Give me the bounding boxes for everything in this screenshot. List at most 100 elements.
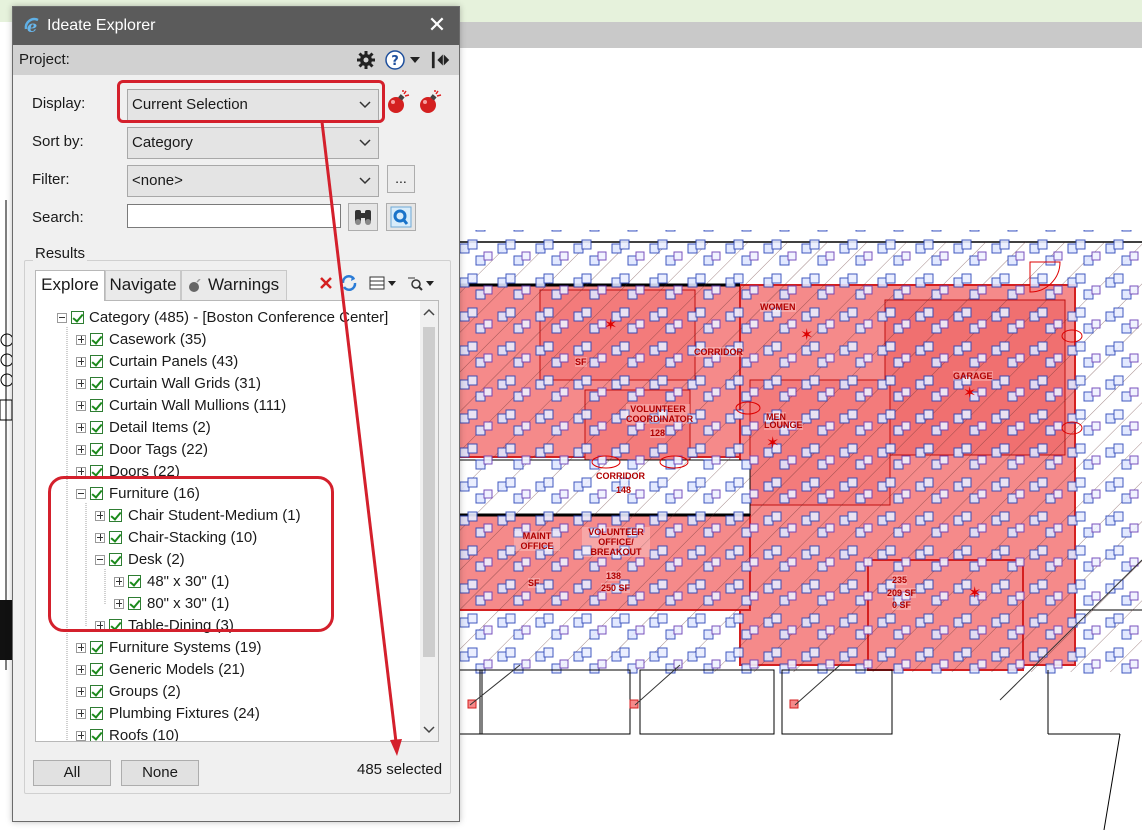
checkbox[interactable]	[90, 641, 103, 654]
collapse-toggle[interactable]	[95, 555, 105, 565]
scroll-down-icon[interactable]	[423, 725, 435, 735]
checkbox[interactable]	[71, 311, 84, 324]
tree-root-label: Category (485) - [Boston Conference Cent…	[89, 309, 389, 326]
checkbox[interactable]	[90, 333, 103, 346]
category-tree[interactable]: Category (485) - [Boston Conference Cent…	[35, 300, 439, 742]
columns-menu-icon[interactable]	[368, 273, 398, 293]
tree-item-label: Generic Models (21)	[109, 661, 245, 678]
tree-item-label: 48" x 30" (1)	[147, 573, 230, 590]
gear-icon[interactable]	[356, 50, 376, 70]
find-button[interactable]	[348, 203, 378, 231]
expand-toggle[interactable]	[76, 423, 86, 433]
tab-warnings[interactable]: Warnings	[181, 270, 287, 300]
plan-room-label: 148	[616, 485, 632, 495]
selected-count: 485 selected	[357, 761, 443, 778]
title-bar[interactable]: e Ideate Explorer ✕	[13, 7, 459, 45]
checkbox[interactable]	[109, 509, 122, 522]
search-input[interactable]	[127, 204, 341, 228]
checkbox[interactable]	[90, 421, 103, 434]
svg-text:✶: ✶	[766, 433, 779, 452]
expand-toggle[interactable]	[76, 467, 86, 477]
expand-toggle[interactable]	[76, 665, 86, 675]
checkbox[interactable]	[109, 531, 122, 544]
plan-room-label: GARAGE	[953, 371, 993, 381]
expand-toggle[interactable]	[76, 445, 86, 455]
checkbox[interactable]	[90, 663, 103, 676]
expand-toggle[interactable]	[76, 357, 86, 367]
plan-room-label: CORRIDOR	[596, 471, 645, 481]
tree-item-label: Door Tags (22)	[109, 441, 208, 458]
expand-toggle[interactable]	[95, 511, 105, 521]
svg-text:e: e	[27, 17, 37, 35]
expand-toggle[interactable]	[114, 599, 124, 609]
collapse-toggle[interactable]	[57, 313, 67, 323]
checkbox[interactable]	[90, 355, 103, 368]
tree-item-label: Chair Student-Medium (1)	[128, 507, 301, 524]
expand-toggle[interactable]	[76, 401, 86, 411]
checkbox[interactable]	[109, 619, 122, 632]
warning-bomb-icon	[189, 279, 201, 292]
plan-room-label: 235	[892, 575, 908, 585]
quick-search-button[interactable]	[386, 203, 416, 231]
checkbox[interactable]	[90, 377, 103, 390]
scroll-up-icon[interactable]	[423, 307, 435, 317]
display-value: Current Selection	[132, 96, 248, 113]
checkbox[interactable]	[90, 487, 103, 500]
svg-text:✶: ✶	[800, 325, 813, 344]
checkbox[interactable]	[90, 707, 103, 720]
checkbox[interactable]	[128, 597, 141, 610]
refresh-icon[interactable]	[339, 273, 359, 293]
tree-item-label: Doors (22)	[109, 463, 180, 480]
checkbox[interactable]	[109, 553, 122, 566]
clear-x-icon[interactable]	[316, 273, 336, 293]
select-all-button[interactable]: All	[33, 760, 111, 786]
zoom-menu-icon[interactable]	[406, 273, 436, 293]
collapse-toggle[interactable]	[76, 489, 86, 499]
checkbox[interactable]	[90, 685, 103, 698]
svg-text:✶: ✶	[968, 583, 981, 602]
dock-panel-icon[interactable]	[431, 50, 451, 70]
plan-room-label: 138	[606, 571, 622, 581]
tab-navigate[interactable]: Navigate	[105, 270, 181, 300]
viewport-gray-bar	[440, 22, 1142, 48]
plan-room-label: 128	[650, 428, 666, 438]
expand-toggle[interactable]	[114, 577, 124, 587]
filter-more-button[interactable]: ...	[387, 165, 415, 193]
checkbox[interactable]	[90, 729, 103, 741]
expand-toggle[interactable]	[76, 731, 86, 741]
tree-item-label: Curtain Wall Mullions (111)	[109, 397, 287, 414]
tree-item-label: Groups (2)	[109, 683, 181, 700]
expand-toggle[interactable]	[76, 335, 86, 345]
sort-by-select[interactable]: Category	[127, 127, 379, 159]
tree-scrollbar[interactable]	[420, 301, 438, 741]
help-dropdown-icon[interactable]	[409, 54, 421, 66]
filter-value: <none>	[132, 172, 183, 189]
select-bomb-icon[interactable]	[385, 90, 411, 116]
svg-text:?: ?	[391, 54, 399, 69]
scroll-thumb[interactable]	[423, 327, 435, 657]
expand-toggle[interactable]	[95, 533, 105, 543]
close-icon[interactable]: ✕	[427, 13, 447, 37]
expand-toggle[interactable]	[95, 621, 105, 631]
plan-room-label: 0 SF	[892, 600, 912, 610]
display-label: Display:	[32, 95, 86, 112]
filter-select[interactable]: <none>	[127, 165, 379, 197]
sort-by-value: Category	[132, 134, 193, 151]
checkbox[interactable]	[90, 465, 103, 478]
plan-room-label: SF	[528, 578, 540, 588]
expand-toggle[interactable]	[76, 687, 86, 697]
checkbox[interactable]	[90, 399, 103, 412]
select-none-button[interactable]: None	[121, 760, 199, 786]
tab-explore[interactable]: Explore	[35, 270, 105, 301]
plan-room-label: VOLUNTEER COORDINATOR	[626, 404, 694, 424]
expand-toggle[interactable]	[76, 643, 86, 653]
expand-toggle[interactable]	[76, 709, 86, 719]
isolate-bomb-icon[interactable]	[417, 90, 443, 116]
plan-room-label: SF	[575, 357, 587, 367]
help-icon[interactable]: ?	[385, 50, 405, 70]
checkbox[interactable]	[128, 575, 141, 588]
checkbox[interactable]	[90, 443, 103, 456]
expand-toggle[interactable]	[76, 379, 86, 389]
display-select[interactable]: Current Selection	[127, 89, 379, 121]
svg-text:✶: ✶	[963, 383, 976, 402]
